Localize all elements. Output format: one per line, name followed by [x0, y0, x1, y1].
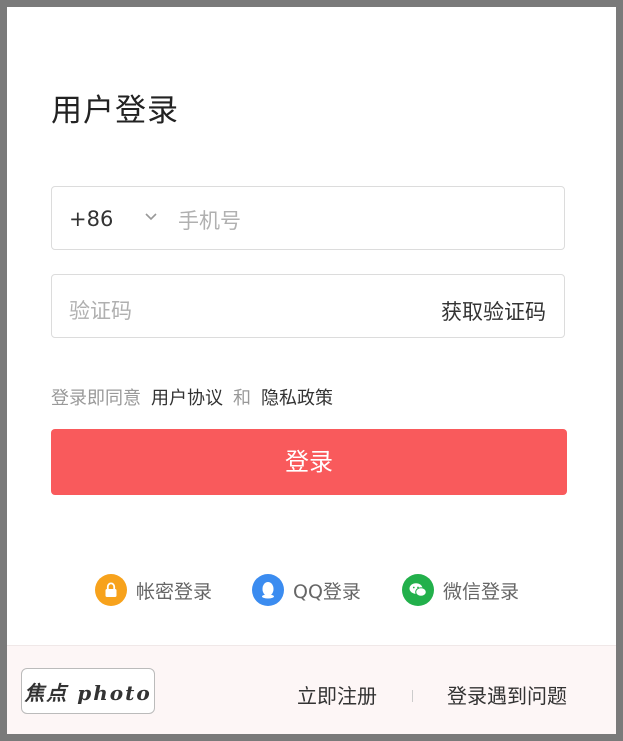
terms-link[interactable]: 用户协议	[151, 388, 223, 409]
login-button[interactable]: 登录	[51, 429, 567, 495]
password-login-label: 帐密登录	[136, 580, 213, 603]
page-title: 用户登录	[51, 93, 179, 129]
footer-divider	[412, 690, 413, 702]
qq-icon	[252, 574, 284, 606]
password-login-option[interactable]: 帐密登录	[95, 572, 212, 608]
qq-login-label: QQ登录	[293, 580, 361, 603]
country-code-select[interactable]: +86	[69, 207, 113, 231]
code-input[interactable]: 验证码	[69, 295, 132, 325]
qq-login-option[interactable]: QQ登录	[252, 572, 361, 608]
agreement-prefix: 登录即同意	[51, 388, 141, 409]
agreement-text: 登录即同意 用户协议和隐私政策	[51, 384, 333, 410]
wechat-login-option[interactable]: 微信登录	[402, 572, 519, 608]
lock-icon	[95, 574, 127, 606]
footer-bar: 焦点 photo 立即注册 登录遇到问题	[7, 645, 616, 734]
wechat-icon	[402, 574, 434, 606]
phone-field[interactable]: +86 手机号	[51, 186, 565, 250]
wechat-login-label: 微信登录	[443, 580, 520, 603]
privacy-link[interactable]: 隐私政策	[261, 388, 333, 409]
agreement-and: 和	[233, 388, 251, 409]
register-link[interactable]: 立即注册	[297, 680, 377, 709]
get-code-button[interactable]: 获取验证码	[441, 296, 546, 326]
login-help-link[interactable]: 登录遇到问题	[447, 680, 567, 709]
verification-code-field[interactable]: 验证码 获取验证码	[51, 274, 565, 338]
login-panel: 用户登录 +86 手机号 验证码 获取验证码 登录即同意 用户协议和隐私政策 登录…	[7, 7, 616, 734]
chevron-down-icon[interactable]	[144, 211, 158, 223]
phone-input[interactable]: 手机号	[178, 205, 241, 235]
watermark-logo: 焦点 photo	[21, 668, 155, 714]
